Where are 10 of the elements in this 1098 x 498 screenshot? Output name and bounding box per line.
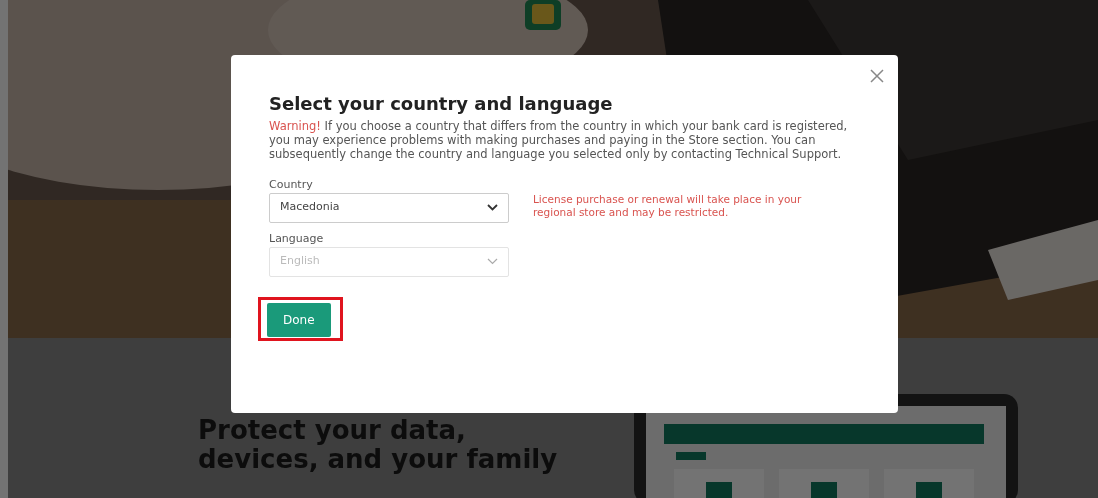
chevron-down-icon (487, 204, 498, 212)
warning-text: Warning! If you choose a country that differs from the country in which your bank card is registered, you may experience problems with making purchases and paying in the Store section. You can subsequently change the country and language you selected only by contacting Technical Support. (269, 118, 849, 161)
done-button[interactable]: Done (267, 302, 331, 337)
region-note: License purchase or renewal will take place in your regional store and may be restricted. (533, 192, 803, 220)
close-icon[interactable] (870, 69, 884, 83)
field-label: Language (269, 230, 325, 246)
chevron-down-icon (487, 258, 498, 266)
field-label: Country (269, 176, 314, 192)
select-field[interactable]: Macedonia (269, 192, 509, 223)
dialog-title: Select your country and language (269, 93, 614, 115)
